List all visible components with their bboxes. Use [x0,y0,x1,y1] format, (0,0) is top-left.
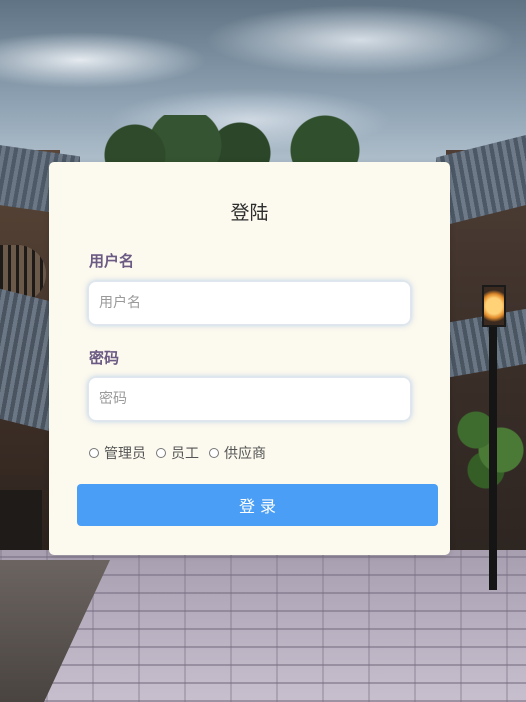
role-label: 供应商 [224,446,266,462]
role-label: 员工 [171,446,199,462]
radio-icon[interactable] [209,448,219,458]
password-input[interactable] [88,377,411,421]
radio-icon[interactable] [89,448,99,458]
role-option-supplier[interactable]: 供应商 [209,443,266,463]
role-selector: 管理员 员工 供应商 [89,443,276,463]
role-option-admin[interactable]: 管理员 [89,443,146,463]
radio-icon[interactable] [156,448,166,458]
role-option-employee[interactable]: 员工 [156,443,199,463]
page-title: 登陆 [230,202,269,224]
login-button[interactable]: 登 录 [77,484,438,526]
password-label: 密码 [89,349,120,367]
username-label: 用户名 [89,252,135,270]
login-card: 登陆 用户名 密码 管理员 员工 供应商 登 录 [49,162,450,555]
role-label: 管理员 [104,446,146,462]
lamp-post [489,320,497,590]
lantern-icon [482,285,506,327]
username-input[interactable] [88,281,411,325]
